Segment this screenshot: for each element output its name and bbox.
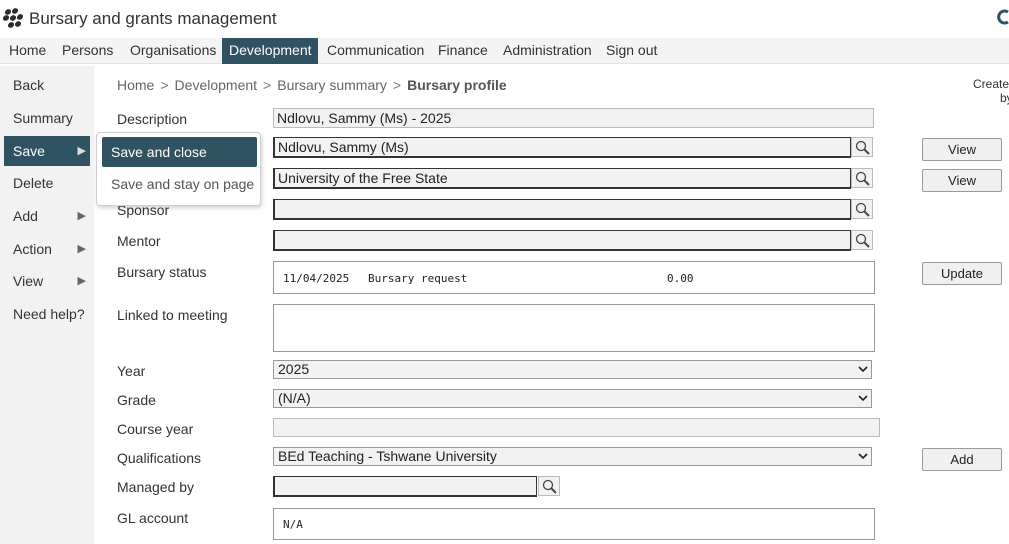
nav-development[interactable]: Development [222, 38, 318, 64]
sidebar-item-delete[interactable]: Delete [4, 168, 90, 198]
breadcrumb-separator: > [263, 77, 272, 93]
sidebar-item-view[interactable]: View ▶ [4, 266, 90, 296]
search-icon [542, 479, 557, 494]
nav-persons[interactable]: Persons [55, 38, 120, 64]
sidebar-item-label: Summary [13, 110, 73, 126]
by-label: by [1000, 91, 1009, 105]
bursary-status-amount: 0.00 [667, 272, 694, 285]
nav-administration[interactable]: Administration [496, 38, 599, 64]
managed-by-search-button[interactable] [538, 476, 560, 496]
save-and-stay-menu-item[interactable]: Save and stay on page [102, 169, 257, 199]
sidebar-item-label: View [13, 273, 44, 289]
qualifications-label: Qualifications [117, 450, 202, 466]
chevron-down-icon [858, 395, 868, 402]
sidebar-item-save[interactable]: Save ▶ [4, 136, 90, 166]
triangle-right-icon: ▶ [77, 275, 86, 287]
nav-finance[interactable]: Finance [431, 38, 495, 64]
mentor-label: Mentor [117, 233, 161, 249]
sidebar-item-action[interactable]: Action ▶ [4, 234, 90, 264]
year-label: Year [117, 363, 146, 379]
breadcrumb-development[interactable]: Development [175, 77, 258, 93]
save-and-close-menu-item[interactable]: Save and close [102, 137, 257, 167]
sidebar-item-back[interactable]: Back [4, 70, 90, 100]
created-label: Create [973, 77, 1009, 91]
bursary-status-date: 11/04/2025 [283, 272, 350, 285]
bursary-status-box: 11/04/2025 Bursary request 0.00 [273, 261, 875, 294]
organisation-field[interactable]: University of the Free State [273, 168, 851, 189]
course-year-label: Course year [117, 421, 194, 437]
person-field[interactable]: Ndlovu, Sammy (Ms) [273, 137, 851, 158]
linked-to-meeting-label: Linked to meeting [117, 307, 228, 323]
managed-by-field[interactable] [273, 476, 537, 497]
year-value: 2025 [278, 361, 310, 377]
breadcrumb-current: Bursary profile [407, 77, 507, 93]
gl-account-box: N/A [273, 508, 875, 540]
grade-value: (N/A) [278, 390, 311, 406]
sidebar-item-label: Add [13, 208, 38, 224]
save-dropdown-menu: Save and close Save and stay on page [96, 132, 261, 206]
nav-sign-out[interactable]: Sign out [599, 38, 664, 64]
sponsor-search-button[interactable] [851, 199, 873, 219]
app-logo-icon [2, 8, 24, 28]
breadcrumb-home[interactable]: Home [117, 77, 154, 93]
bursary-status-text: Bursary request [368, 272, 468, 285]
top-navigation: Home Persons Organisations Development C… [0, 38, 1009, 64]
chevron-down-icon [858, 453, 868, 460]
sidebar-item-label: Delete [13, 175, 54, 191]
nav-organisations[interactable]: Organisations [123, 38, 223, 64]
qualifications-select[interactable]: BEd Teaching - Tshwane University [273, 447, 872, 466]
sidebar-item-summary[interactable]: Summary [4, 103, 90, 133]
chevron-down-icon [858, 366, 868, 373]
grade-label: Grade [117, 392, 156, 408]
course-year-field [273, 418, 880, 437]
managed-by-label: Managed by [117, 479, 195, 495]
sponsor-field[interactable] [273, 199, 851, 220]
sidebar-item-label: Need help? [13, 306, 85, 322]
description-field: Ndlovu, Sammy (Ms) - 2025 [273, 108, 874, 128]
triangle-right-icon: ▶ [77, 145, 86, 157]
linked-to-meeting-box [273, 304, 875, 352]
breadcrumb-separator: > [160, 77, 169, 93]
sidebar-item-add[interactable]: Add ▶ [4, 201, 90, 231]
view-person-button[interactable]: View [922, 138, 1002, 161]
qualifications-value: BEd Teaching - Tshwane University [278, 448, 497, 464]
grade-select[interactable]: (N/A) [273, 389, 872, 408]
gl-account-value: N/A [283, 518, 303, 531]
organisation-search-button[interactable] [851, 168, 873, 188]
search-icon [855, 233, 870, 248]
search-icon [855, 140, 870, 155]
breadcrumb-bursary-summary[interactable]: Bursary summary [277, 77, 387, 93]
triangle-right-icon: ▶ [77, 243, 86, 255]
year-select[interactable]: 2025 [273, 360, 872, 379]
person-search-button[interactable] [851, 137, 873, 157]
breadcrumb: Home > Development > Bursary summary > Bursary… [117, 77, 507, 93]
nav-communication[interactable]: Communication [320, 38, 431, 64]
nav-home[interactable]: Home [2, 38, 53, 64]
sidebar: Back Summary Save ▶ Delete Add ▶ Action … [0, 66, 94, 544]
sidebar-item-label: Save [13, 143, 45, 159]
search-icon [855, 171, 870, 186]
sidebar-item-label: Action [13, 241, 52, 257]
update-status-button[interactable]: Update [922, 262, 1002, 285]
breadcrumb-separator: > [392, 77, 402, 93]
mentor-field[interactable] [273, 230, 851, 251]
add-qualification-button[interactable]: Add [922, 448, 1002, 471]
sidebar-item-need-help[interactable]: Need help? [4, 299, 90, 329]
triangle-right-icon: ▶ [77, 210, 86, 222]
app-title: Bursary and grants management [29, 9, 277, 28]
view-organisation-button[interactable]: View [922, 169, 1002, 192]
gl-account-label: GL account [117, 510, 189, 526]
search-icon [855, 202, 870, 217]
sidebar-item-label: Back [13, 77, 45, 93]
created-by-info: Create by [973, 77, 1009, 105]
title-bar: Bursary and grants management [0, 0, 1009, 38]
description-label: Description [117, 111, 188, 127]
mentor-search-button[interactable] [851, 230, 873, 250]
bursary-status-label: Bursary status [117, 264, 207, 280]
partial-logo-icon [997, 9, 1009, 25]
